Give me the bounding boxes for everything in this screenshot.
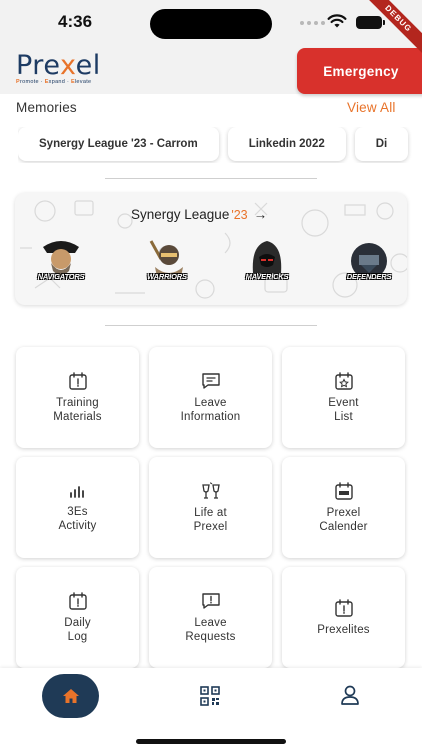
- tile-3es-activity[interactable]: 3Es Activity: [16, 457, 139, 558]
- signal-icon: [300, 21, 325, 25]
- app-header: Prexel Promote · Expand · Elevate Emerge…: [0, 48, 422, 94]
- tile-life-at-prexel[interactable]: Life at Prexel: [149, 457, 272, 558]
- tile-training-materials[interactable]: Training Materials: [16, 347, 139, 448]
- tile-leave-information[interactable]: Leave Information: [149, 347, 272, 448]
- synergy-league-banner[interactable]: Synergy League '23 → NAVIGATORS WARRIORS M…: [15, 193, 407, 305]
- view-all-link[interactable]: View All: [347, 100, 396, 115]
- arrow-right-icon: →: [253, 207, 268, 222]
- tile-leave-requests[interactable]: Leave Requests: [149, 567, 272, 668]
- memory-chip[interactable]: Linkedin 2022: [227, 127, 346, 161]
- nav-home-button[interactable]: [42, 674, 99, 718]
- bottom-navigation: [0, 668, 422, 750]
- status-time: 4:36: [58, 12, 93, 31]
- message-icon: [201, 372, 220, 389]
- cheers-icon: [201, 482, 220, 499]
- team-logo-navigators: NAVIGATORS: [31, 237, 91, 287]
- memories-title: Memories: [16, 100, 77, 115]
- feature-grid: Training Materials Leave Information Eve…: [16, 347, 406, 668]
- calendar-alert-icon: [68, 371, 87, 390]
- team-logo-warriors: WARRIORS: [137, 237, 197, 287]
- tile-prexel-calender[interactable]: Prexel Calender: [282, 457, 405, 558]
- calendar-alert-icon: [334, 598, 353, 617]
- home-indicator: [136, 739, 286, 744]
- qr-code-icon[interactable]: [200, 686, 220, 706]
- tile-event-list[interactable]: Event List: [282, 347, 405, 448]
- team-logo-mavericks: MAVERICKS: [237, 237, 297, 287]
- team-logo-defenders: DEFENDERS: [339, 237, 399, 287]
- divider: [105, 325, 317, 326]
- status-bar: 4:36: [0, 0, 422, 50]
- calendar-alert-icon: [68, 591, 87, 610]
- banner-title: Synergy League '23 →: [131, 207, 268, 222]
- dynamic-island: [150, 9, 272, 39]
- memory-chip[interactable]: Synergy League '23 - Carrom: [18, 127, 219, 161]
- wifi-icon: [327, 14, 347, 28]
- calendar-prexel-icon: [334, 481, 353, 500]
- home-icon: [62, 689, 79, 703]
- memories-chips: Synergy League '23 - Carrom Linkedin 202…: [18, 127, 422, 163]
- prexel-logo: Prexel Promote · Expand · Elevate: [16, 50, 101, 85]
- divider: [105, 178, 317, 179]
- profile-icon[interactable]: [340, 685, 360, 705]
- memory-chip[interactable]: Di: [354, 127, 409, 161]
- message-alert-icon: [201, 592, 220, 609]
- emergency-button[interactable]: Emergency: [297, 48, 422, 94]
- battery-icon: [356, 16, 385, 29]
- tile-daily-log[interactable]: Daily Log: [16, 567, 139, 668]
- tile-prexelites[interactable]: Prexelites: [282, 567, 405, 668]
- bar-chart-icon: [69, 485, 84, 498]
- calendar-star-icon: [334, 371, 353, 390]
